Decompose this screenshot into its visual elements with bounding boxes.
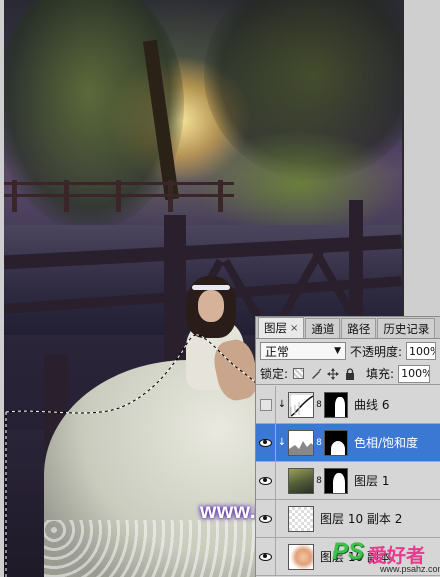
opacity-input[interactable]: 100% xyxy=(406,342,436,360)
opacity-label: 不透明度: xyxy=(350,344,403,359)
eye-icon xyxy=(259,438,272,447)
tab-history[interactable]: 历史记录 xyxy=(377,318,436,338)
tab-layers[interactable]: 图层 × xyxy=(258,317,305,338)
layer-mask-thumb[interactable] xyxy=(324,467,348,494)
tab-paths[interactable]: 路径 xyxy=(341,318,377,338)
layer-row-curves-6[interactable]: ↓ 8 曲线 6 xyxy=(256,385,440,424)
lock-all-padlock-icon[interactable] xyxy=(343,367,356,380)
layer-name: 图层 10 副本 2 xyxy=(320,512,403,526)
logo-ps-text: PS xyxy=(332,538,365,565)
lock-label: 锁定: xyxy=(260,367,289,381)
clipping-arrow-icon: ↓ xyxy=(277,399,287,410)
curves-adjustment-icon xyxy=(288,391,314,418)
visibility-toggle[interactable] xyxy=(256,385,276,424)
hue-saturation-adjustment-icon xyxy=(288,429,314,456)
layer-row-hue-saturation[interactable]: ↓ 8 色相/饱和度 xyxy=(256,423,440,462)
layer-name: 图层 1 xyxy=(354,474,390,488)
visibility-off-box-icon xyxy=(259,398,272,411)
link-chain-icon[interactable]: 8 xyxy=(315,438,323,448)
clipping-arrow-icon: ↓ xyxy=(277,437,287,448)
link-chain-icon[interactable]: 8 xyxy=(315,476,323,486)
visibility-toggle[interactable] xyxy=(256,537,276,576)
tab-history-label: 历史记录 xyxy=(383,321,430,336)
layer-row-layer-1[interactable]: 8 图层 1 xyxy=(256,461,440,500)
tab-channels-label: 通道 xyxy=(311,321,335,336)
logo-url-text: www.psahz.com xyxy=(380,564,440,574)
close-icon[interactable]: × xyxy=(290,323,298,334)
lock-position-move-icon[interactable] xyxy=(326,367,339,380)
tab-paths-label: 路径 xyxy=(347,321,371,336)
tab-channels[interactable]: 通道 xyxy=(305,318,341,338)
link-chain-icon[interactable]: 8 xyxy=(315,400,323,410)
fill-label: 填充: xyxy=(366,367,395,381)
blend-mode-value: 正常 xyxy=(265,344,290,359)
eye-icon xyxy=(259,552,272,561)
layer-mask-thumb[interactable] xyxy=(324,391,348,418)
fill-input[interactable]: 100% xyxy=(398,364,431,383)
layer-row-layer-10-copy-2[interactable]: 图层 10 副本 2 xyxy=(256,499,440,538)
visibility-toggle[interactable] xyxy=(256,499,276,538)
chevron-down-icon: ▼ xyxy=(334,346,341,356)
lock-pixels-brush-icon[interactable] xyxy=(309,367,322,380)
lock-transparency-icon[interactable] xyxy=(292,367,305,380)
panel-tabs: 图层 × 通道 路径 历史记录 xyxy=(256,317,440,339)
lock-row: 锁定: 填充: 100% xyxy=(256,363,440,385)
eye-icon xyxy=(259,476,272,485)
layer-name: 曲线 6 xyxy=(354,398,390,412)
tab-layers-label: 图层 xyxy=(264,321,287,335)
blend-row: 正常 ▼ 不透明度: 100% xyxy=(256,339,440,363)
blend-mode-dropdown[interactable]: 正常 ▼ xyxy=(260,342,346,360)
layer-mask-thumb[interactable] xyxy=(324,429,348,456)
layer-name: 色相/饱和度 xyxy=(354,436,419,450)
layer-sunset-thumb xyxy=(288,543,314,570)
layer-photo-thumb xyxy=(288,467,314,494)
visibility-toggle[interactable] xyxy=(256,423,276,462)
layer-transparent-thumb xyxy=(288,505,314,532)
visibility-toggle[interactable] xyxy=(256,461,276,500)
eye-icon xyxy=(259,514,272,523)
psahz-logo: PS 爱好者 www.psahz.com xyxy=(330,538,440,576)
